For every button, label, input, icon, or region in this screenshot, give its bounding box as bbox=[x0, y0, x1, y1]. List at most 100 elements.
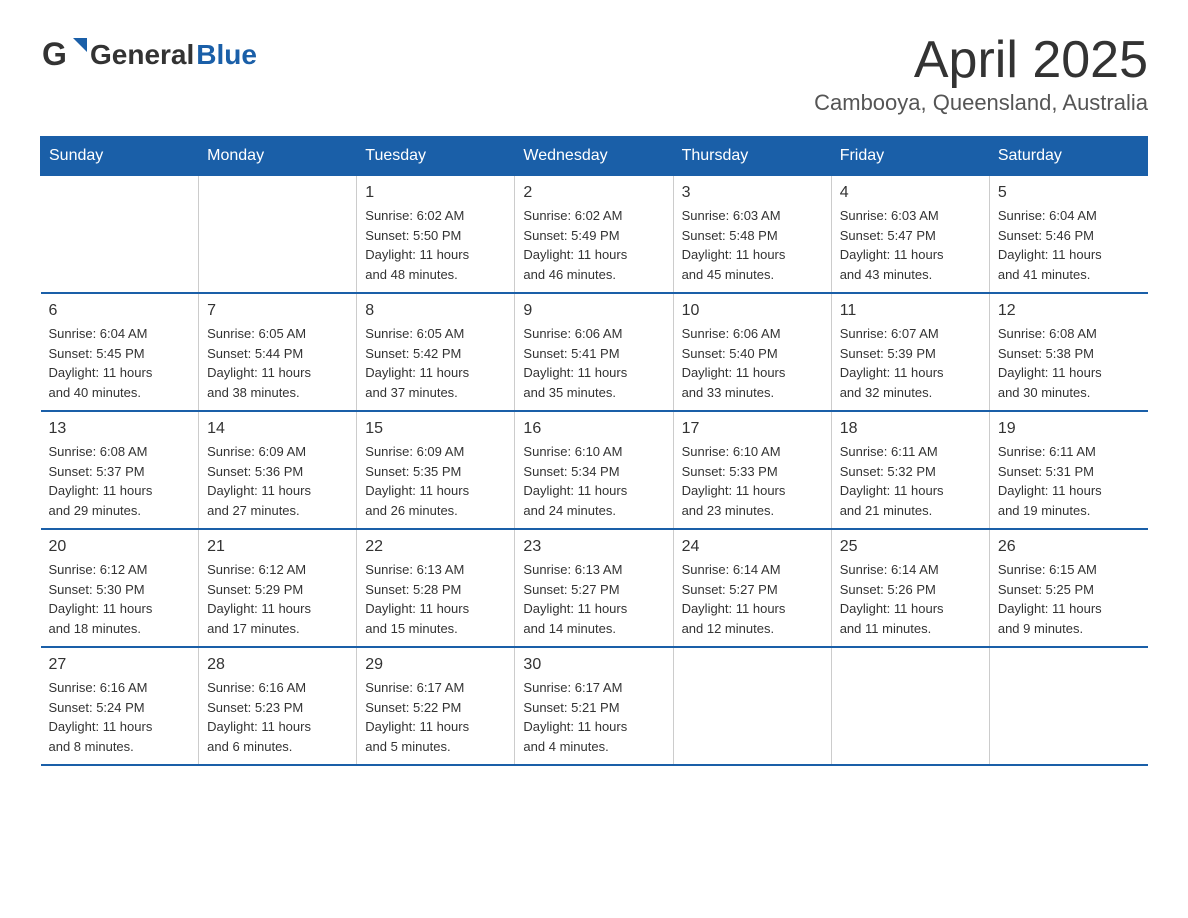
day-number: 22 bbox=[365, 538, 506, 556]
day-info: Sunrise: 6:10 AM Sunset: 5:33 PM Dayligh… bbox=[682, 442, 823, 520]
day-info: Sunrise: 6:14 AM Sunset: 5:26 PM Dayligh… bbox=[840, 560, 981, 638]
day-number: 1 bbox=[365, 184, 506, 202]
day-info: Sunrise: 6:08 AM Sunset: 5:37 PM Dayligh… bbox=[49, 442, 191, 520]
calendar-cell: 4Sunrise: 6:03 AM Sunset: 5:47 PM Daylig… bbox=[831, 176, 989, 294]
calendar-cell: 9 Sunrise: 6:06 AM Sunset: 5:41 PM Daylig… bbox=[515, 293, 673, 411]
day-number: 16 bbox=[523, 420, 664, 438]
calendar-cell: 12 Sunrise: 6:08 AM Sunset: 5:38 PM Dayli… bbox=[989, 293, 1147, 411]
col-header-saturday: Saturday bbox=[989, 137, 1147, 176]
day-number: 3 bbox=[682, 184, 823, 202]
day-info: Sunrise: 6:11 AM Sunset: 5:31 PM Dayligh… bbox=[998, 442, 1140, 520]
svg-text:G: G bbox=[42, 36, 67, 72]
day-number: 13 bbox=[49, 420, 191, 438]
calendar-cell bbox=[831, 647, 989, 765]
logo-general-text: General bbox=[90, 39, 194, 71]
col-header-monday: Monday bbox=[199, 137, 357, 176]
col-header-thursday: Thursday bbox=[673, 137, 831, 176]
day-number: 9 bbox=[523, 302, 664, 320]
calendar-cell: 18Sunrise: 6:11 AM Sunset: 5:32 PM Dayli… bbox=[831, 411, 989, 529]
calendar-cell: 28 Sunrise: 6:16 AM Sunset: 5:23 PM Dayli… bbox=[199, 647, 357, 765]
week-row-3: 13 Sunrise: 6:08 AM Sunset: 5:37 PM Dayli… bbox=[41, 411, 1148, 529]
day-info: Sunrise: 6:08 AM Sunset: 5:38 PM Dayligh… bbox=[998, 324, 1140, 402]
calendar-cell: 3 Sunrise: 6:03 AM Sunset: 5:48 PM Daylig… bbox=[673, 176, 831, 294]
day-number: 30 bbox=[523, 656, 664, 674]
day-info: Sunrise: 6:03 AM Sunset: 5:47 PM Dayligh… bbox=[840, 206, 981, 284]
day-info: Sunrise: 6:14 AM Sunset: 5:27 PM Dayligh… bbox=[682, 560, 823, 638]
day-info: Sunrise: 6:02 AM Sunset: 5:49 PM Dayligh… bbox=[523, 206, 664, 284]
calendar-cell: 8 Sunrise: 6:05 AM Sunset: 5:42 PM Daylig… bbox=[357, 293, 515, 411]
day-number: 5 bbox=[998, 184, 1140, 202]
calendar-cell: 19 Sunrise: 6:11 AM Sunset: 5:31 PM Dayli… bbox=[989, 411, 1147, 529]
calendar-cell: 24 Sunrise: 6:14 AM Sunset: 5:27 PM Dayli… bbox=[673, 529, 831, 647]
calendar-cell: 10 Sunrise: 6:06 AM Sunset: 5:40 PM Dayli… bbox=[673, 293, 831, 411]
week-row-4: 20Sunrise: 6:12 AM Sunset: 5:30 PM Dayli… bbox=[41, 529, 1148, 647]
calendar-cell: 22 Sunrise: 6:13 AM Sunset: 5:28 PM Dayli… bbox=[357, 529, 515, 647]
day-number: 19 bbox=[998, 420, 1140, 438]
day-number: 29 bbox=[365, 656, 506, 674]
day-info: Sunrise: 6:02 AM Sunset: 5:50 PM Dayligh… bbox=[365, 206, 506, 284]
day-info: Sunrise: 6:10 AM Sunset: 5:34 PM Dayligh… bbox=[523, 442, 664, 520]
week-row-5: 27Sunrise: 6:16 AM Sunset: 5:24 PM Dayli… bbox=[41, 647, 1148, 765]
calendar-cell: 23 Sunrise: 6:13 AM Sunset: 5:27 PM Dayli… bbox=[515, 529, 673, 647]
col-header-tuesday: Tuesday bbox=[357, 137, 515, 176]
day-number: 23 bbox=[523, 538, 664, 556]
calendar-cell: 26 Sunrise: 6:15 AM Sunset: 5:25 PM Dayli… bbox=[989, 529, 1147, 647]
day-number: 10 bbox=[682, 302, 823, 320]
calendar-cell bbox=[41, 176, 199, 294]
day-info: Sunrise: 6:16 AM Sunset: 5:23 PM Dayligh… bbox=[207, 678, 348, 756]
day-info: Sunrise: 6:04 AM Sunset: 5:46 PM Dayligh… bbox=[998, 206, 1140, 284]
calendar-cell: 20Sunrise: 6:12 AM Sunset: 5:30 PM Dayli… bbox=[41, 529, 199, 647]
col-header-friday: Friday bbox=[831, 137, 989, 176]
title-section: April 2025 Cambooya, Queensland, Austral… bbox=[814, 30, 1148, 116]
col-header-sunday: Sunday bbox=[41, 137, 199, 176]
day-number: 15 bbox=[365, 420, 506, 438]
day-number: 8 bbox=[365, 302, 506, 320]
day-info: Sunrise: 6:15 AM Sunset: 5:25 PM Dayligh… bbox=[998, 560, 1140, 638]
calendar-cell: 2 Sunrise: 6:02 AM Sunset: 5:49 PM Daylig… bbox=[515, 176, 673, 294]
day-info: Sunrise: 6:13 AM Sunset: 5:28 PM Dayligh… bbox=[365, 560, 506, 638]
day-number: 2 bbox=[523, 184, 664, 202]
day-number: 6 bbox=[49, 302, 191, 320]
day-info: Sunrise: 6:17 AM Sunset: 5:22 PM Dayligh… bbox=[365, 678, 506, 756]
day-info: Sunrise: 6:17 AM Sunset: 5:21 PM Dayligh… bbox=[523, 678, 664, 756]
calendar-cell: 11Sunrise: 6:07 AM Sunset: 5:39 PM Dayli… bbox=[831, 293, 989, 411]
day-info: Sunrise: 6:12 AM Sunset: 5:29 PM Dayligh… bbox=[207, 560, 348, 638]
calendar-cell: 13 Sunrise: 6:08 AM Sunset: 5:37 PM Dayli… bbox=[41, 411, 199, 529]
calendar-cell: 7 Sunrise: 6:05 AM Sunset: 5:44 PM Daylig… bbox=[199, 293, 357, 411]
day-info: Sunrise: 6:07 AM Sunset: 5:39 PM Dayligh… bbox=[840, 324, 981, 402]
page-header: G General Blue April 2025 Cambooya, Quee… bbox=[40, 30, 1148, 116]
day-info: Sunrise: 6:06 AM Sunset: 5:41 PM Dayligh… bbox=[523, 324, 664, 402]
day-info: Sunrise: 6:06 AM Sunset: 5:40 PM Dayligh… bbox=[682, 324, 823, 402]
calendar-cell: 5 Sunrise: 6:04 AM Sunset: 5:46 PM Daylig… bbox=[989, 176, 1147, 294]
calendar-cell: 29 Sunrise: 6:17 AM Sunset: 5:22 PM Dayli… bbox=[357, 647, 515, 765]
col-header-wednesday: Wednesday bbox=[515, 137, 673, 176]
day-info: Sunrise: 6:09 AM Sunset: 5:36 PM Dayligh… bbox=[207, 442, 348, 520]
day-number: 17 bbox=[682, 420, 823, 438]
day-number: 26 bbox=[998, 538, 1140, 556]
calendar-cell: 14Sunrise: 6:09 AM Sunset: 5:36 PM Dayli… bbox=[199, 411, 357, 529]
calendar-cell bbox=[199, 176, 357, 294]
calendar-cell: 27Sunrise: 6:16 AM Sunset: 5:24 PM Dayli… bbox=[41, 647, 199, 765]
calendar-cell bbox=[673, 647, 831, 765]
calendar-cell: 1 Sunrise: 6:02 AM Sunset: 5:50 PM Daylig… bbox=[357, 176, 515, 294]
day-number: 28 bbox=[207, 656, 348, 674]
day-info: Sunrise: 6:05 AM Sunset: 5:42 PM Dayligh… bbox=[365, 324, 506, 402]
month-title: April 2025 bbox=[814, 30, 1148, 90]
calendar-cell: 15Sunrise: 6:09 AM Sunset: 5:35 PM Dayli… bbox=[357, 411, 515, 529]
logo-blue-text: Blue bbox=[196, 39, 257, 71]
day-info: Sunrise: 6:03 AM Sunset: 5:48 PM Dayligh… bbox=[682, 206, 823, 284]
day-info: Sunrise: 6:12 AM Sunset: 5:30 PM Dayligh… bbox=[49, 560, 191, 638]
day-info: Sunrise: 6:16 AM Sunset: 5:24 PM Dayligh… bbox=[49, 678, 191, 756]
day-number: 7 bbox=[207, 302, 348, 320]
day-info: Sunrise: 6:13 AM Sunset: 5:27 PM Dayligh… bbox=[523, 560, 664, 638]
calendar-table: SundayMondayTuesdayWednesdayThursdayFrid… bbox=[40, 136, 1148, 766]
calendar-cell: 25Sunrise: 6:14 AM Sunset: 5:26 PM Dayli… bbox=[831, 529, 989, 647]
day-number: 12 bbox=[998, 302, 1140, 320]
day-info: Sunrise: 6:05 AM Sunset: 5:44 PM Dayligh… bbox=[207, 324, 348, 402]
location: Cambooya, Queensland, Australia bbox=[814, 90, 1148, 116]
day-number: 24 bbox=[682, 538, 823, 556]
day-number: 18 bbox=[840, 420, 981, 438]
day-number: 21 bbox=[207, 538, 348, 556]
day-info: Sunrise: 6:04 AM Sunset: 5:45 PM Dayligh… bbox=[49, 324, 191, 402]
calendar-cell: 16 Sunrise: 6:10 AM Sunset: 5:34 PM Dayli… bbox=[515, 411, 673, 529]
